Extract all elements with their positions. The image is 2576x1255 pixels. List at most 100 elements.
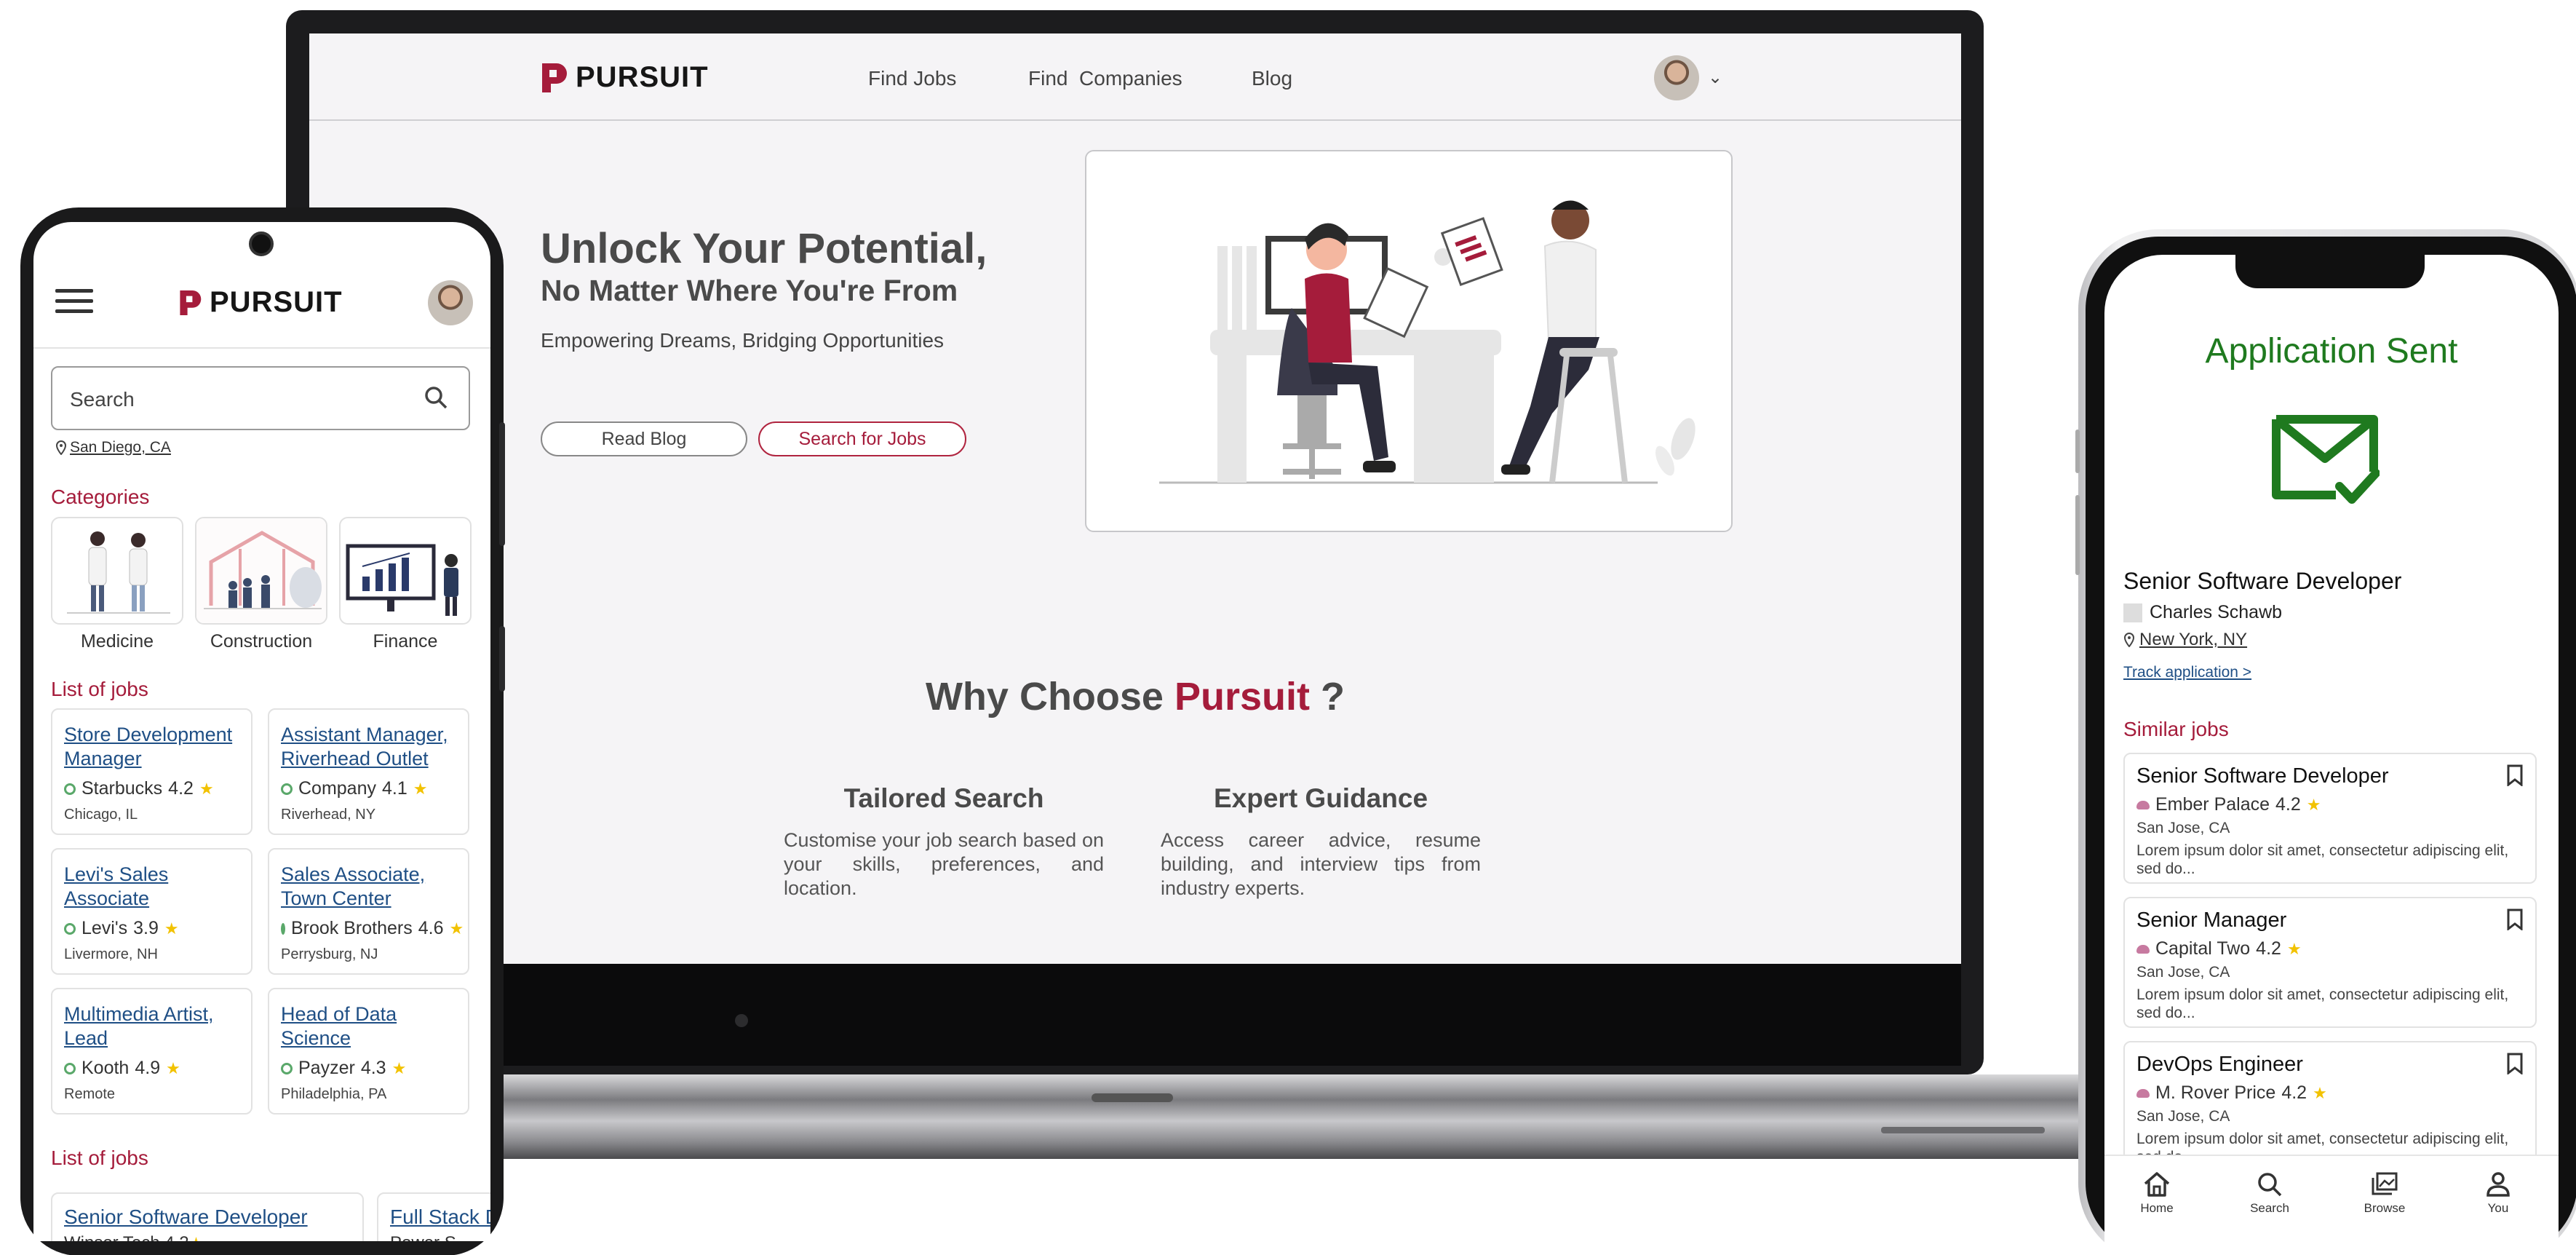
phone-side-button xyxy=(499,422,505,546)
categories-title: Categories xyxy=(51,486,150,508)
tab-you[interactable]: You xyxy=(2458,1171,2538,1216)
star-icon: ★ xyxy=(2313,1083,2327,1102)
hero-subtitle: No Matter Where You're From xyxy=(541,274,958,307)
hero-illustration xyxy=(1085,150,1733,532)
similar-job-card[interactable]: Senior Manager Capital Two 4.2 ★ San Jose,… xyxy=(2123,897,2537,1028)
job-title-link[interactable]: Sales Associate, Town Center xyxy=(281,863,458,911)
search-icon[interactable] xyxy=(424,385,448,410)
laptop-bezel xyxy=(309,964,1961,1066)
avatar[interactable] xyxy=(428,280,473,325)
company-logo-icon xyxy=(281,1062,293,1074)
job-title-link[interactable]: Multimedia Artist, Lead xyxy=(64,1002,241,1050)
company-logo-icon xyxy=(281,922,285,935)
bookmark-icon[interactable] xyxy=(2506,764,2524,786)
star-icon: ★ xyxy=(166,1058,180,1077)
job-title: Senior Software Developer xyxy=(2136,764,2389,788)
logo[interactable]: PURSUIT xyxy=(539,61,709,94)
nav-find-jobs[interactable]: Find Jobs xyxy=(868,67,956,90)
why-choose-title: Why Choose Pursuit ? xyxy=(925,675,1345,718)
job-card[interactable]: Assistant Manager, Riverhead Outlet Comp… xyxy=(268,708,469,835)
star-icon: ★ xyxy=(449,919,464,938)
tab-home[interactable]: Home xyxy=(2117,1171,2197,1216)
category-label: Finance xyxy=(373,631,438,652)
category-card-construction[interactable] xyxy=(195,517,327,625)
logo-p-icon xyxy=(542,63,567,92)
location-link[interactable]: New York, NY xyxy=(2123,630,2247,650)
job-card[interactable]: Multimedia Artist, Lead Kooth 4.9 ★ Remote xyxy=(51,988,253,1115)
medicine-illustration xyxy=(67,531,170,614)
hero-tagline: Empowering Dreams, Bridging Opportunitie… xyxy=(541,329,945,352)
company: Charles Schawb xyxy=(2123,602,2282,623)
search-jobs-button[interactable]: Search for Jobs xyxy=(758,421,966,456)
office-illustration xyxy=(1159,200,1696,484)
logo-text: PURSUIT xyxy=(576,61,709,93)
company-logo-icon xyxy=(2136,1088,2150,1098)
category-label: Construction xyxy=(210,631,313,652)
job-location: Perrysburg, NJ xyxy=(281,946,378,962)
company-logo-icon xyxy=(64,783,76,795)
chevron-down-icon[interactable]: ⌄ xyxy=(1708,67,1722,88)
hero-title: Unlock Your Potential, xyxy=(541,225,987,272)
job-card[interactable]: Head of Data Science Payzer 4.3 ★ Philadel… xyxy=(268,988,469,1115)
tab-browse[interactable]: Browse xyxy=(2345,1171,2425,1216)
company-logo-icon xyxy=(64,922,76,935)
feature-title: Expert Guidance xyxy=(1213,783,1428,813)
jobs-list-title: List of jobs xyxy=(51,1147,148,1169)
read-blog-button[interactable]: Read Blog xyxy=(541,421,747,456)
job-card[interactable]: Store Development Manager Starbucks 4.2 ★ … xyxy=(51,708,253,835)
job-card[interactable]: Levi's Sales Associate Levi's 3.9 ★ Liverm… xyxy=(51,848,253,975)
tab-search[interactable]: Search xyxy=(2230,1171,2310,1216)
bookmark-icon[interactable] xyxy=(2506,908,2524,930)
front-camera xyxy=(249,231,274,256)
job-card[interactable]: Full Stack D Power S xyxy=(377,1192,490,1241)
top-nav: PURSUIT Find Jobs Find Companies Blog ⌄ xyxy=(309,33,1961,121)
application-sent-title: Application Sent xyxy=(2205,332,2458,371)
search-input[interactable]: Search xyxy=(51,366,470,430)
avatar[interactable] xyxy=(1654,55,1699,100)
menu-icon[interactable] xyxy=(55,289,93,320)
company-logo-icon xyxy=(64,1062,76,1074)
job-card[interactable]: Sales Associate, Town Center Brook Broth… xyxy=(268,848,469,975)
location-pin-icon xyxy=(55,440,67,455)
job-title-link[interactable]: Levi's Sales Associate xyxy=(64,863,241,911)
logo[interactable]: PURSUIT xyxy=(178,286,343,319)
star-icon: ★ xyxy=(2286,939,2302,958)
job-card[interactable]: Senior Software Developer Winsor Tech 4.… xyxy=(51,1192,364,1241)
job-title-link[interactable]: Head of Data Science xyxy=(281,1002,458,1050)
similar-job-card[interactable]: Senior Software Developer Ember Palace 4.… xyxy=(2123,753,2537,884)
category-card-finance[interactable] xyxy=(339,517,472,625)
star-icon: ★ xyxy=(413,779,428,798)
phone-side-button xyxy=(499,626,505,692)
laptop-screen: PURSUIT Find Jobs Find Companies Blog ⌄ … xyxy=(309,33,1961,964)
logo-text: PURSUIT xyxy=(210,286,343,318)
nav-blog[interactable]: Blog xyxy=(1252,67,1292,90)
location-link[interactable]: San Diego, CA xyxy=(55,439,171,456)
job-title-link[interactable]: Senior Software Developer xyxy=(64,1205,351,1229)
laptop-grille xyxy=(1881,1127,2045,1133)
user-icon xyxy=(2486,1172,2510,1197)
job-title-link[interactable]: Full Stack D xyxy=(390,1205,490,1229)
mail-check-icon xyxy=(2272,415,2380,504)
laptop-notch xyxy=(1092,1093,1173,1102)
job-title: Senior Software Developer xyxy=(2123,568,2402,594)
job-location: Remote xyxy=(64,1086,116,1102)
category-label: Medicine xyxy=(80,631,154,652)
jobs-list-title: List of jobs xyxy=(51,678,148,700)
nav-find-companies[interactable]: Find Companies xyxy=(1028,67,1182,90)
browse-icon xyxy=(2372,1172,2398,1195)
company-logo-icon xyxy=(2136,944,2150,954)
category-card-medicine[interactable] xyxy=(51,517,183,625)
track-application-link[interactable]: Track application > xyxy=(2123,664,2251,681)
job-location: Chicago, IL xyxy=(64,807,138,823)
bookmark-icon[interactable] xyxy=(2506,1053,2524,1074)
job-title: Senior Manager xyxy=(2136,908,2287,932)
left-phone-screen: PURSUIT Search San Diego, CA Categories xyxy=(33,222,490,1241)
job-location: Philadelphia, PA xyxy=(281,1086,387,1102)
job-title-link[interactable]: Store Development Manager xyxy=(64,723,241,771)
job-title-link[interactable]: Assistant Manager, Riverhead Outlet xyxy=(281,723,458,771)
similar-job-card[interactable]: DevOps Engineer M. Rover Price 4.2 ★ San J… xyxy=(2123,1041,2537,1172)
bottom-tab-bar: Home Search Browse You xyxy=(2104,1155,2559,1255)
feature-title: Tailored Search xyxy=(843,783,1044,813)
company-logo-icon xyxy=(281,783,293,795)
star-icon: ★ xyxy=(164,919,179,938)
